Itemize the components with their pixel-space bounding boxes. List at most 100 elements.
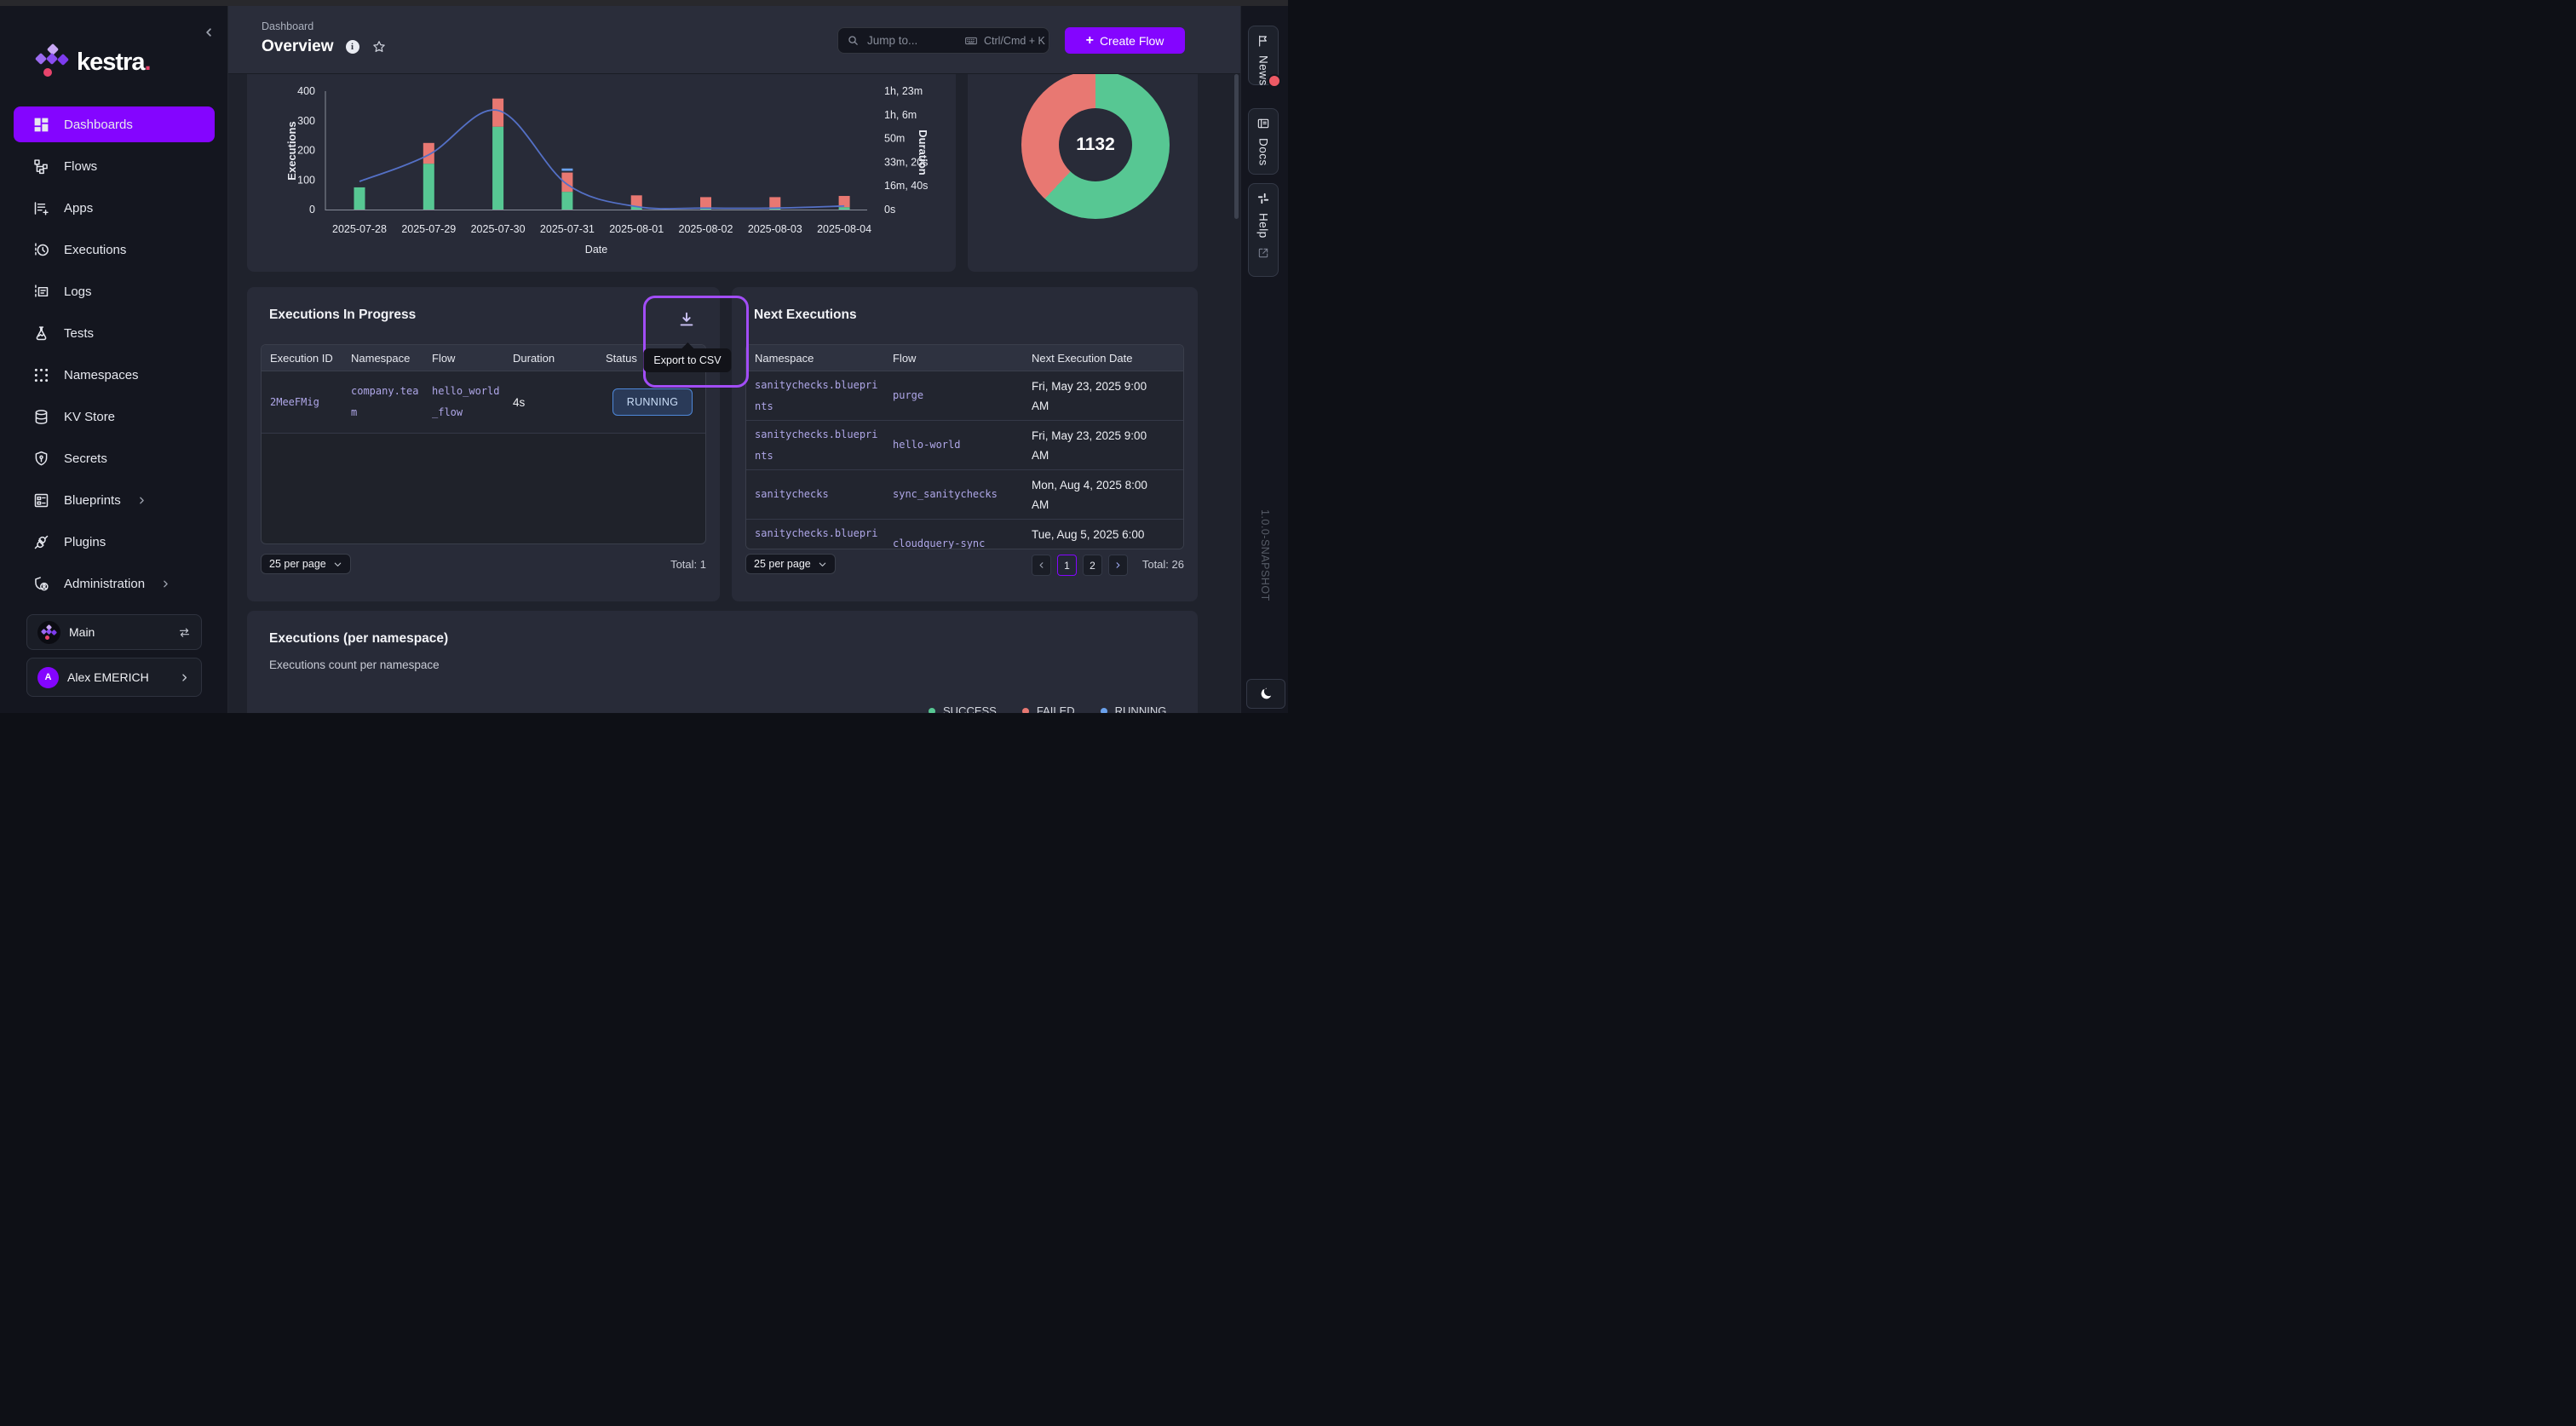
pagination-prev-button[interactable] (1032, 555, 1051, 576)
cell-namespace[interactable]: sanitychecks.blueprints (746, 520, 884, 549)
scrollbar[interactable] (1234, 74, 1239, 219)
kestra-app: kestra. DashboardsFlowsAppsExecutionsLog… (0, 0, 1288, 713)
legend-item-running[interactable]: RUNNING (1101, 704, 1167, 713)
svg-text:50m: 50m (884, 133, 905, 145)
svg-text:100: 100 (297, 174, 315, 186)
docs-icon (1256, 117, 1270, 130)
pagination-page-1[interactable]: 1 (1057, 555, 1077, 576)
column-header: Execution ID (262, 352, 342, 365)
sidebar-collapse-button[interactable] (201, 25, 216, 40)
sidebar-item-logs[interactable]: Logs (14, 273, 215, 309)
table-row[interactable]: 2MeeFMig company.team hello_world_flow 4… (262, 371, 705, 434)
per-page-select[interactable]: 25 per page (745, 554, 836, 574)
sidebar-item-administration[interactable]: Administration (14, 566, 215, 601)
theme-toggle-button[interactable] (1246, 679, 1285, 709)
cell-namespace[interactable]: sanitychecks (746, 470, 884, 519)
sidebar-item-kv-store[interactable]: KV Store (14, 399, 215, 434)
status-badge: RUNNING (612, 388, 693, 416)
breadcrumb[interactable]: Dashboard (262, 20, 313, 32)
sidebar-item-secrets[interactable]: Secrets (14, 440, 215, 476)
dashboard-content: 01002003004000s16m, 40s33m, 20s50m1h, 6m… (228, 74, 1240, 713)
svg-text:2025-07-29: 2025-07-29 (401, 223, 456, 235)
sidebar-item-namespaces[interactable]: Namespaces (14, 357, 215, 393)
cell-flow[interactable]: hello-world (884, 421, 1023, 469)
search-shortcut: Ctrl/Cmd + K (984, 35, 1045, 47)
create-flow-button[interactable]: + Create Flow (1065, 27, 1185, 54)
sidebar: kestra. DashboardsFlowsAppsExecutionsLog… (0, 6, 228, 713)
card-title: Executions (per namespace) (269, 631, 448, 647)
cell-next-execution-date: Fri, May 23, 2025 9:00AM (1023, 421, 1184, 469)
cell-namespace[interactable]: sanitychecks.blueprints (746, 371, 884, 420)
legend-item-success[interactable]: SUCCESS (929, 704, 997, 713)
sidebar-item-label: Blueprints (64, 493, 121, 508)
svg-text:2025-08-04: 2025-08-04 (817, 223, 871, 235)
info-icon[interactable]: i (346, 40, 359, 54)
table-row[interactable]: sanitychecks.blueprints purge Fri, May 2… (746, 371, 1183, 421)
executions-donut-card: 1132 (968, 74, 1198, 272)
sidebar-item-label: Executions (64, 243, 126, 257)
sidebar-item-label: Dashboards (64, 118, 133, 132)
pagination: 12 (1032, 555, 1128, 576)
rail-tab-help[interactable]: Help (1248, 183, 1279, 277)
cell-flow[interactable]: cloudquery-sync (884, 520, 1023, 549)
sidebar-item-executions[interactable]: Executions (14, 232, 215, 267)
rail-tab-label: Help (1257, 213, 1270, 239)
sidebar-item-blueprints[interactable]: Blueprints (14, 482, 215, 518)
chevron-down-icon (333, 560, 342, 569)
column-header: Namespace (342, 352, 423, 365)
sidebar-item-flows[interactable]: Flows (14, 148, 215, 184)
card-title: Executions In Progress (269, 308, 416, 323)
sidebar-item-label: Logs (64, 285, 92, 299)
cell-flow[interactable]: purge (884, 371, 1023, 420)
rail-tab-docs[interactable]: Docs (1248, 108, 1279, 175)
svg-text:400: 400 (297, 85, 315, 97)
user-menu[interactable]: A Alex EMERICH (26, 658, 202, 697)
flag-icon (1256, 34, 1270, 48)
tenant-switcher[interactable]: Main (26, 614, 202, 650)
window-top-strip (0, 0, 1288, 6)
global-search[interactable]: Ctrl/Cmd + K (837, 27, 1049, 54)
secrets-icon (32, 449, 50, 468)
cell-flow[interactable]: sync_sanitychecks (884, 470, 1023, 519)
table-row[interactable]: sanitychecks.blueprints cloudquery-sync … (746, 520, 1183, 549)
legend-dot (929, 708, 935, 714)
logo-text: kestra (77, 49, 144, 76)
search-input[interactable] (865, 33, 958, 48)
column-header: Next Execution Date (1023, 352, 1184, 365)
sidebar-item-label: Apps (64, 201, 93, 216)
sidebar-item-dashboards[interactable]: Dashboards (14, 106, 215, 142)
cell-namespace[interactable]: sanitychecks.blueprints (746, 421, 884, 469)
swap-horizontal-icon (178, 626, 191, 639)
donut-center-label: 1132 (1059, 108, 1132, 181)
column-header: Flow (423, 352, 504, 365)
sidebar-item-apps[interactable]: Apps (14, 190, 215, 226)
search-icon (847, 34, 860, 47)
sidebar-item-tests[interactable]: Tests (14, 315, 215, 351)
table-row[interactable]: sanitychecks sync_sanitychecks Mon, Aug … (746, 470, 1183, 520)
legend-label: FAILED (1037, 704, 1075, 713)
legend-item-failed[interactable]: FAILED (1022, 704, 1075, 713)
sidebar-item-plugins[interactable]: Plugins (14, 524, 215, 560)
svg-text:2025-07-31: 2025-07-31 (540, 223, 595, 235)
executions-in-progress-table: Execution IDNamespaceFlowDurationStatus … (261, 344, 706, 544)
rail-tab-news[interactable]: News (1248, 26, 1279, 85)
moon-icon (1259, 687, 1274, 701)
cell-next-execution-date: Mon, Aug 4, 2025 8:00AM (1023, 470, 1184, 519)
pagination-next-button[interactable] (1108, 555, 1128, 576)
svg-text:Date: Date (585, 244, 607, 256)
logs-icon (32, 282, 50, 301)
pagination-page-2[interactable]: 2 (1083, 555, 1102, 576)
cell-flow[interactable]: hello_world_flow (423, 371, 504, 433)
svg-text:1h, 23m: 1h, 23m (884, 85, 923, 97)
star-icon[interactable] (371, 39, 387, 55)
keyboard-icon (964, 34, 978, 48)
svg-text:0: 0 (309, 204, 315, 216)
cell-namespace[interactable]: company.team (342, 371, 423, 433)
cell-execution-id[interactable]: 2MeeFMig (262, 371, 342, 433)
table-row[interactable]: sanitychecks.blueprints hello-world Fri,… (746, 421, 1183, 470)
chevron-right-icon (160, 578, 171, 589)
executions-icon (32, 240, 50, 259)
svg-text:2025-08-03: 2025-08-03 (748, 223, 802, 235)
per-page-select[interactable]: 25 per page (261, 554, 351, 574)
export-csv-icon[interactable] (677, 310, 696, 329)
